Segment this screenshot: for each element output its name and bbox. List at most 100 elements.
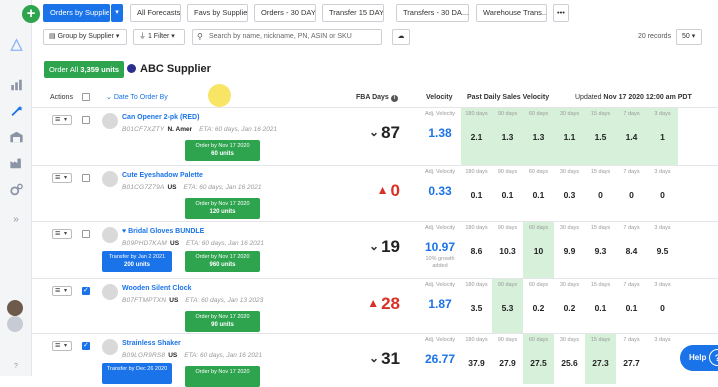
transfer-button[interactable]: Transfer by Jan 2 2021 200 units: [102, 251, 172, 272]
tab-transfer-15-days[interactable]: Transfer 15 DAYS: [322, 4, 384, 22]
row-actions-menu[interactable]: [52, 340, 72, 351]
updated-prefix: Updated: [575, 94, 602, 101]
fba-days-number: 0: [390, 181, 400, 200]
row-actions-menu[interactable]: [52, 114, 72, 125]
row-actions-menu[interactable]: [52, 172, 72, 183]
velocity-number: 8.4: [625, 246, 638, 256]
product-eta: ETA: 60 days, Jan 13 2023: [185, 297, 264, 304]
velocity-cell: 7 days 1.4: [616, 108, 647, 166]
velocity-number: 0: [660, 303, 665, 313]
tab-warehouse-transfers[interactable]: Warehouse Trans...: [476, 4, 547, 22]
product-name-link[interactable]: Strainless Shaker: [122, 339, 181, 348]
velocity-label: Adj. Velocity: [425, 282, 455, 288]
order-button[interactable]: Order by Nov 17 2020 120 units: [185, 198, 260, 219]
velocity-cell: 180 days 2.1: [461, 108, 492, 166]
order-by-date: Order by Nov 17 2020: [195, 254, 250, 260]
order-all-button[interactable]: Order All 3,359 units: [44, 61, 125, 78]
period-label: 60 days: [528, 282, 549, 288]
product-name: Strainless Shaker: [122, 340, 181, 347]
fba-days-number: 31: [381, 349, 400, 368]
info-icon[interactable]: i: [390, 95, 398, 102]
help-question-icon[interactable]: ?: [8, 360, 24, 374]
tab-orders-by-supplier[interactable]: Orders by Supplier: [43, 4, 110, 22]
group-by-label: Group by Supplier: [57, 33, 114, 40]
velocity-cell: 90 days 1.3: [492, 108, 523, 166]
fba-days-header: FBA Days i: [356, 93, 398, 103]
row-actions-menu[interactable]: [52, 228, 72, 239]
product-eta: ETA: 60 days, Jan 16 2021: [183, 184, 262, 191]
period-label: 90 days: [497, 111, 518, 117]
period-label: 90 days: [497, 282, 518, 288]
transfer-by-date: Transfer by Dec 26 2020: [106, 366, 168, 372]
tab-all-forecasts[interactable]: All Forecasts: [130, 4, 181, 22]
supplier-color-dot: [127, 64, 136, 73]
group-by-dropdown[interactable]: ▤ Group by Supplier ▾: [43, 29, 127, 45]
trend-down-icon: ⌄: [369, 351, 380, 365]
chevron-down-icon: ▾: [113, 33, 120, 40]
chevron-down-icon[interactable]: ▾: [64, 115, 67, 125]
tab-orders-30-days[interactable]: Orders - 30 DAYS: [254, 4, 316, 22]
velocity-number: 0.1: [594, 303, 607, 313]
velocity-cell: 3 days 1: [647, 108, 678, 166]
help-button[interactable]: Help ?: [680, 345, 718, 371]
table-row: ▾ Can Opener 2-pk (RED) B01CF7XZTYN. Amer E…: [32, 107, 718, 166]
search-input[interactable]: ⚲ Search by name, nickname, PN, ASIN or …: [192, 29, 382, 45]
chevron-down-icon[interactable]: ▾: [64, 173, 67, 183]
row-checkbox[interactable]: [82, 230, 90, 238]
fba-days-label: FBA Days: [356, 94, 389, 101]
factory-icon[interactable]: [8, 156, 24, 170]
product-name-link[interactable]: Can Opener 2-pk (RED): [122, 113, 199, 122]
velocity-value[interactable]: 1.38: [418, 126, 462, 140]
settings-icon[interactable]: [8, 183, 24, 197]
magic-wand-icon[interactable]: [8, 104, 24, 118]
velocity-value[interactable]: 0.33: [418, 184, 462, 198]
order-all-count: 3,359 units: [80, 65, 120, 74]
row-actions-menu[interactable]: [52, 285, 72, 296]
product-name-link[interactable]: ♥ Bridal Gloves BUNDLE: [122, 227, 204, 236]
row-checkbox[interactable]: [82, 341, 90, 350]
expand-sidebar-icon[interactable]: »: [8, 213, 24, 227]
velocity-number: 10: [533, 246, 544, 256]
period-label: 30 days: [559, 225, 580, 231]
date-to-order-header[interactable]: ⌄ Date To Order By: [106, 93, 168, 103]
product-name-link[interactable]: Cute Eyeshadow Palette: [122, 171, 203, 180]
tab-favs-by-supplier[interactable]: Favs by Supplier: [187, 4, 248, 22]
filter-dropdown[interactable]: ⏚ 1 Filter ▾: [133, 29, 185, 45]
chevron-down-icon[interactable]: ▾: [64, 341, 67, 351]
product-meta: B07FTMPTXN US ETA: 60 days, Jan 13 2023: [122, 296, 263, 305]
row-checkbox[interactable]: [82, 116, 90, 124]
velocity-cell: 7 days 8.4: [616, 222, 647, 279]
chart-icon[interactable]: [8, 78, 24, 92]
order-button[interactable]: Order by Nov 17 2020: [185, 366, 260, 387]
page-size-select[interactable]: 50 ▾: [676, 29, 702, 45]
order-button[interactable]: Order by Nov 17 2020 60 units: [185, 140, 260, 161]
warehouse-icon[interactable]: [8, 130, 24, 144]
velocity-cell: 90 days 5.3: [492, 279, 523, 334]
select-all-checkbox[interactable]: [82, 93, 90, 101]
row-checkbox[interactable]: [82, 174, 90, 182]
tab-dropdown-caret[interactable]: ▾: [111, 4, 123, 22]
product-marketplace: US: [169, 297, 179, 304]
tab-transfers-30-days[interactable]: Transfers - 30 DA...: [396, 4, 469, 22]
velocity-value[interactable]: 26.77: [418, 352, 462, 366]
velocity-cell: 15 days 27.3: [585, 334, 616, 384]
velocity-number: 2.1: [470, 132, 483, 142]
user-avatar[interactable]: [7, 300, 23, 316]
product-name-link[interactable]: Wooden Silent Clock: [122, 284, 192, 293]
velocity-value[interactable]: 10.97: [418, 240, 462, 254]
order-button[interactable]: Order by Nov 17 2020 90 units: [185, 311, 260, 332]
chevron-down-icon[interactable]: ▾: [64, 286, 67, 296]
velocity-cell: 7 days 0.1: [616, 279, 647, 334]
velocity-cell: 30 days 25.6: [554, 334, 585, 384]
chevron-down-icon[interactable]: ▾: [64, 229, 67, 239]
row-checkbox[interactable]: [82, 286, 90, 295]
velocity-cell: 30 days 0.2: [554, 279, 585, 334]
account-icon[interactable]: [7, 316, 23, 332]
period-label: 3 days: [654, 169, 671, 175]
transfer-button[interactable]: Transfer by Dec 26 2020: [102, 363, 172, 384]
more-tabs-button[interactable]: •••: [553, 4, 569, 22]
velocity-value[interactable]: 1.87: [418, 297, 462, 311]
order-button[interactable]: Order by Nov 17 2020 960 units: [185, 251, 260, 272]
velocity-cell: 7 days 0: [616, 166, 647, 222]
download-button[interactable]: ☁: [392, 29, 410, 45]
